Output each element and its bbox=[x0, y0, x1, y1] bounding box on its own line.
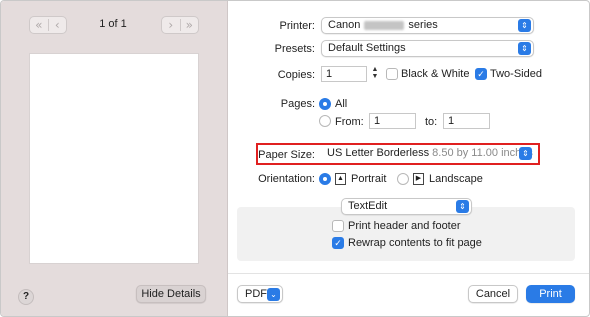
copies-stepper[interactable]: ▲ ▼ bbox=[370, 66, 380, 82]
pages-from-label: From: bbox=[335, 116, 364, 128]
print-button[interactable]: Print bbox=[526, 285, 575, 303]
last-page-icon[interactable]: » bbox=[181, 17, 199, 33]
footer-divider bbox=[228, 273, 589, 274]
portrait-icon: ▲ bbox=[335, 173, 346, 185]
chevron-down-icon: ⌄ bbox=[267, 288, 280, 301]
next-last-page-buttons[interactable]: › » bbox=[161, 16, 199, 34]
print-header-footer-label: Print header and footer bbox=[348, 220, 461, 232]
presets-label: Presets: bbox=[274, 43, 315, 55]
app-options-section bbox=[237, 207, 575, 261]
next-page-icon[interactable]: › bbox=[162, 17, 180, 33]
pages-all-label: All bbox=[335, 98, 348, 110]
paper-size-detail: 8.50 by 11.00 inches bbox=[432, 147, 533, 159]
pages-to-label: to: bbox=[425, 116, 438, 128]
pdf-label: PDF bbox=[245, 288, 267, 300]
preview-pane: « ‹ 1 of 1 › » ? Hide Details bbox=[1, 1, 228, 316]
pages-all-radio[interactable] bbox=[319, 98, 331, 110]
pages-from-field[interactable]: 1 bbox=[369, 113, 416, 129]
hide-details-button[interactable]: Hide Details bbox=[136, 285, 206, 303]
black-white-label: Black & White bbox=[401, 68, 470, 80]
redacted-model bbox=[364, 20, 405, 30]
paper-size-select[interactable]: US Letter Borderless 8.50 by 11.00 inche… bbox=[321, 146, 534, 163]
app-section-value: TextEdit bbox=[348, 200, 388, 212]
presets-select[interactable]: Default Settings ⇕ bbox=[321, 40, 534, 57]
pages-range-radio[interactable] bbox=[319, 115, 331, 127]
rewrap-label: Rewrap contents to fit page bbox=[348, 237, 482, 249]
landscape-icon: ▶ bbox=[413, 173, 424, 185]
chevron-updown-icon: ⇕ bbox=[518, 42, 531, 55]
print-header-footer-checkbox[interactable] bbox=[332, 220, 344, 232]
printer-name-prefix: Canon bbox=[328, 19, 361, 31]
two-sided-checkbox[interactable]: ✓ bbox=[475, 68, 487, 80]
landscape-radio[interactable] bbox=[397, 173, 409, 185]
orientation-label: Orientation: bbox=[258, 173, 315, 185]
pages-label: Pages: bbox=[280, 98, 315, 110]
page-preview bbox=[29, 53, 199, 264]
previous-page-icon[interactable]: ‹ bbox=[49, 17, 67, 33]
printer-label: Printer: bbox=[279, 20, 315, 32]
app-section-select[interactable]: TextEdit ⇕ bbox=[341, 198, 472, 215]
pages-to-field[interactable]: 1 bbox=[443, 113, 490, 129]
rewrap-checkbox[interactable]: ✓ bbox=[332, 237, 344, 249]
portrait-label: Portrait bbox=[351, 173, 387, 185]
copies-label: Copies: bbox=[277, 69, 315, 81]
first-page-icon[interactable]: « bbox=[30, 17, 48, 33]
presets-value: Default Settings bbox=[328, 42, 406, 54]
page-indicator: 1 of 1 bbox=[99, 18, 127, 30]
printer-select[interactable]: Canon series ⇕ bbox=[321, 17, 534, 34]
chevron-updown-icon: ⇕ bbox=[456, 200, 469, 213]
print-dialog: « ‹ 1 of 1 › » ? Hide Details Printer: C… bbox=[0, 0, 590, 317]
cancel-button[interactable]: Cancel bbox=[468, 285, 518, 303]
copies-field[interactable]: 1 bbox=[321, 66, 367, 82]
help-button[interactable]: ? bbox=[18, 289, 34, 305]
landscape-label: Landscape bbox=[429, 173, 483, 185]
chevron-updown-icon: ⇕ bbox=[519, 147, 532, 160]
chevron-updown-icon: ⇕ bbox=[518, 19, 531, 32]
printer-name-suffix: series bbox=[408, 19, 438, 31]
first-prev-page-buttons[interactable]: « ‹ bbox=[29, 16, 67, 34]
portrait-radio[interactable] bbox=[319, 173, 331, 185]
two-sided-label: Two-Sided bbox=[490, 68, 542, 80]
paper-size-label: Paper Size: bbox=[258, 149, 315, 161]
pdf-menu-button[interactable]: PDF ⌄ bbox=[237, 285, 283, 303]
paper-size-value: US Letter Borderless bbox=[327, 147, 430, 159]
black-white-checkbox[interactable] bbox=[386, 68, 398, 80]
